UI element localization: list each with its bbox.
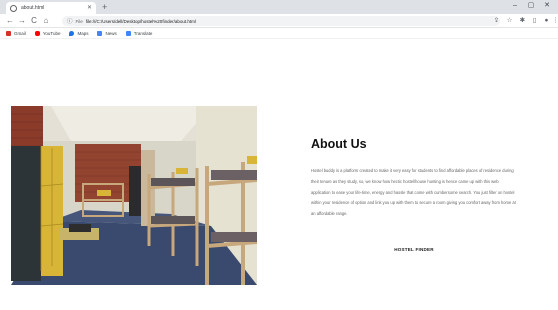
youtube-icon xyxy=(34,30,40,36)
bookmark-news[interactable]: News xyxy=(97,30,117,36)
scheme-label: File xyxy=(75,18,83,24)
bookmark-label: Gmail xyxy=(14,30,26,36)
restore-button[interactable]: ▢ xyxy=(524,1,538,11)
gmail-icon xyxy=(6,30,11,36)
close-window-button[interactable]: ✕ xyxy=(540,1,554,11)
extensions-icon[interactable]: ✱ xyxy=(518,16,527,26)
share-icon[interactable]: ⇪ xyxy=(492,16,501,26)
new-tab-button[interactable]: + xyxy=(102,2,107,12)
browser-toolbar: ← → C ⌂ ⓘ File file:///C:/Users/dell/Des… xyxy=(0,14,558,28)
tab-bar: about.html ✕ + – ▢ ✕ xyxy=(0,0,558,14)
bookmark-gmail[interactable]: Gmail xyxy=(6,30,26,36)
close-icon[interactable]: ✕ xyxy=(87,5,92,11)
tab-about[interactable]: about.html ✕ xyxy=(6,2,96,14)
home-button[interactable]: ⌂ xyxy=(41,15,51,26)
menu-icon[interactable]: ⋮ xyxy=(551,16,558,26)
forward-button[interactable]: → xyxy=(17,15,27,26)
bookmark-maps[interactable]: Maps xyxy=(69,30,89,36)
address-bar[interactable]: ⓘ File file:///C:/Users/dell/Desktop/hos… xyxy=(62,16,500,26)
minimize-button[interactable]: – xyxy=(508,1,522,11)
bookmark-label: YouTube xyxy=(42,30,61,36)
tab-title: about.html xyxy=(21,5,45,11)
bookmarks-bar: Gmail YouTube Maps News Translate xyxy=(0,28,558,39)
bookmark-label: Maps xyxy=(77,30,89,36)
bookmark-translate[interactable]: Translate xyxy=(125,30,153,36)
back-button[interactable]: ← xyxy=(5,15,15,26)
page-title: About Us xyxy=(311,137,367,151)
reload-button[interactable]: C xyxy=(29,15,39,26)
bookmark-label: News xyxy=(105,30,117,36)
bookmark-youtube[interactable]: YouTube xyxy=(34,30,61,36)
globe-icon xyxy=(10,4,17,12)
address-url[interactable]: file:///C:/Users/dell/Desktop/hostel%20f… xyxy=(86,19,196,24)
hostel-room-image xyxy=(11,106,257,285)
bookmark-label: Translate xyxy=(133,30,153,36)
about-paragraph: Hostel buddy is a platform created to ma… xyxy=(311,168,516,217)
sidebar-icon[interactable]: ▯ xyxy=(530,16,539,26)
star-icon[interactable]: ☆ xyxy=(505,16,514,26)
maps-icon xyxy=(69,30,75,36)
brand-signature: HOSTEL FINDER xyxy=(394,247,434,252)
news-icon xyxy=(97,30,103,36)
info-icon[interactable]: ⓘ xyxy=(67,17,73,25)
translate-icon xyxy=(125,30,131,36)
profile-icon[interactable]: ● xyxy=(542,16,551,26)
